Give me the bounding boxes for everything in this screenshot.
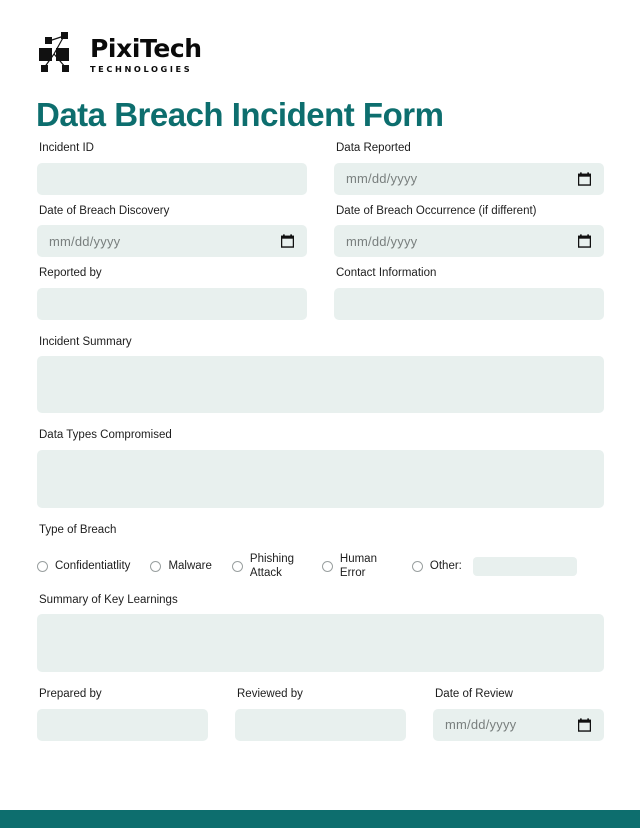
- radio-label: Malware: [168, 560, 212, 573]
- input-incident-id[interactable]: [37, 162, 307, 195]
- field-breach-discovery: Date of Breach Discovery mm/dd/yyyy: [37, 204, 307, 258]
- field-reported-by: Reported by: [37, 266, 307, 320]
- form-body: Incident ID Data Reported mm/dd/yyyy Dat…: [0, 141, 640, 750]
- input-breach-discovery[interactable]: mm/dd/yyyy: [37, 225, 307, 258]
- field-incident-id: Incident ID: [37, 141, 307, 195]
- brand-tagline: TECHNOLOGIES: [90, 64, 193, 75]
- input-prepared-by[interactable]: [37, 708, 208, 741]
- label-data-types-compromised: Data Types Compromised: [39, 429, 172, 442]
- radio-button-icon[interactable]: [150, 560, 162, 572]
- label-incident-summary: Incident Summary: [39, 335, 132, 348]
- label-reviewed-by: Reviewed by: [237, 688, 303, 701]
- field-contact-information: Contact Information: [334, 266, 604, 320]
- form-row-type-of-breach-label: Type of Breach: [0, 523, 640, 545]
- brand-name: PixiTech: [90, 34, 202, 64]
- radio-label: Phishing Attack: [249, 553, 295, 580]
- input-other-breach-type[interactable]: [472, 556, 577, 576]
- input-date-of-review[interactable]: mm/dd/yyyy: [433, 708, 604, 741]
- form-row-reporter: Reported by Contact Information: [0, 266, 640, 329]
- radio-button-icon[interactable]: [321, 560, 333, 572]
- label-reported-by: Reported by: [39, 267, 102, 280]
- input-data-reported[interactable]: mm/dd/yyyy: [334, 162, 604, 195]
- field-incident-summary: Incident Summary: [37, 335, 604, 414]
- field-breach-occurrence: Date of Breach Occurrence (if different)…: [334, 204, 604, 258]
- label-date-of-review: Date of Review: [435, 688, 513, 701]
- input-reviewed-by[interactable]: [235, 708, 406, 741]
- radio-button-icon[interactable]: [231, 560, 243, 572]
- radio-option-phishing-attack[interactable]: Phishing Attack: [231, 552, 302, 581]
- label-contact-information: Contact Information: [336, 267, 437, 280]
- form-page: PixiTech TECHNOLOGIES Data Breach Incide…: [0, 0, 640, 828]
- label-incident-id: Incident ID: [39, 142, 94, 154]
- textarea-incident-summary[interactable]: [37, 356, 604, 414]
- radio-option-human-error[interactable]: Human Error: [321, 552, 392, 581]
- label-breach-discovery: Date of Breach Discovery: [39, 204, 170, 217]
- circuit-nodes-icon: [36, 30, 84, 80]
- field-data-reported: Data Reported mm/dd/yyyy: [334, 141, 604, 195]
- input-contact-information[interactable]: [334, 287, 604, 320]
- textarea-summary-key-learnings[interactable]: [37, 614, 604, 673]
- radio-option-other[interactable]: Other:: [411, 556, 577, 576]
- calendar-icon[interactable]: [577, 171, 592, 186]
- page-title: Data Breach Incident Form: [36, 96, 444, 133]
- label-summary-key-learnings: Summary of Key Learnings: [39, 593, 178, 606]
- calendar-icon[interactable]: [577, 718, 592, 732]
- radio-option-confidentiality[interactable]: Confidentiatlity: [37, 559, 130, 573]
- form-row-identifiers: Incident ID Data Reported mm/dd/yyyy: [0, 141, 640, 204]
- radio-button-icon[interactable]: [411, 560, 423, 572]
- calendar-icon[interactable]: [280, 234, 295, 248]
- placeholder-data-reported: mm/dd/yyyy: [346, 171, 418, 187]
- form-row-key-learnings: Summary of Key Learnings: [0, 593, 640, 682]
- field-summary-key-learnings: Summary of Key Learnings: [37, 593, 604, 673]
- form-row-signatures: Prepared by Reviewed by Date of Review m…: [0, 687, 640, 750]
- label-type-of-breach: Type of Breach: [39, 523, 117, 536]
- form-row-incident-summary: Incident Summary: [0, 335, 640, 423]
- radio-label: Human Error: [339, 553, 377, 580]
- field-reviewed-by: Reviewed by: [235, 687, 406, 741]
- footer-accent-bar: [0, 810, 640, 828]
- field-date-of-review: Date of Review mm/dd/yyyy: [433, 687, 604, 741]
- placeholder-breach-discovery: mm/dd/yyyy: [49, 233, 121, 249]
- input-breach-occurrence[interactable]: mm/dd/yyyy: [334, 225, 604, 258]
- calendar-icon[interactable]: [577, 234, 592, 248]
- field-prepared-by: Prepared by: [37, 687, 208, 741]
- form-row-dates: Date of Breach Discovery mm/dd/yyyy Date…: [0, 204, 640, 267]
- radio-label: Other:: [429, 560, 462, 573]
- radio-label: Confidentiatlity: [55, 560, 131, 573]
- radio-group-type-of-breach: Confidentiatlity Malware Phishing Attack…: [0, 552, 640, 581]
- radio-button-icon[interactable]: [37, 560, 48, 572]
- label-breach-occurrence: Date of Breach Occurrence (if different): [336, 204, 537, 217]
- brand-logo: PixiTech TECHNOLOGIES: [36, 30, 202, 80]
- textarea-data-types-compromised[interactable]: [37, 449, 604, 508]
- field-type-of-breach: Type of Breach: [37, 523, 604, 545]
- placeholder-date-of-review: mm/dd/yyyy: [445, 717, 517, 733]
- radio-option-malware[interactable]: Malware: [150, 559, 212, 573]
- placeholder-breach-occurrence: mm/dd/yyyy: [346, 233, 418, 249]
- form-row-data-types: Data Types Compromised: [0, 428, 640, 517]
- label-data-reported: Data Reported: [336, 142, 411, 154]
- field-data-types-compromised: Data Types Compromised: [37, 428, 604, 508]
- label-prepared-by: Prepared by: [39, 688, 102, 701]
- input-reported-by[interactable]: [37, 287, 307, 320]
